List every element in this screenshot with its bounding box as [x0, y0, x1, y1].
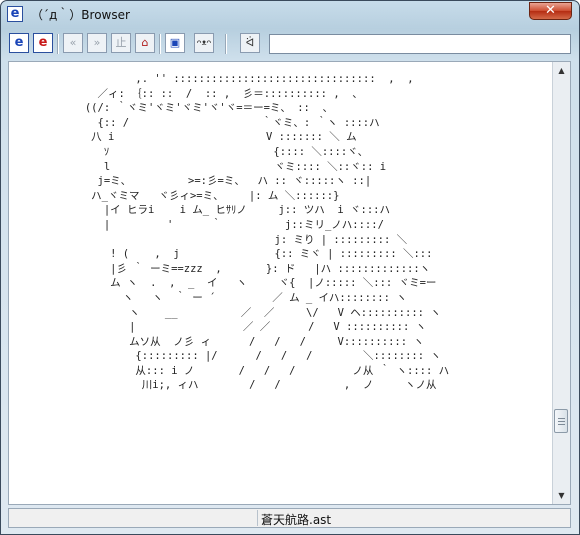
content-viewport[interactable]: ,. '' :::::::::::::::::::::::::::::::: ,… [8, 61, 571, 505]
ascii-art: ,. '' :::::::::::::::::::::::::::::::: ,… [84, 73, 450, 392]
vertical-scrollbar[interactable]: ▲ ▼ [552, 62, 570, 504]
toolbar-separator [225, 34, 227, 54]
scroll-up-icon[interactable]: ▲ [553, 62, 570, 79]
toolbar: e e « » 止 ⌂ ▣ ᴖᴥᴖ ᐛ [6, 31, 572, 59]
browser-window: e （´д｀）Browser ✕ e e « » 止 ⌂ ▣ ᴖᴥᴖ ᐛ ,. … [0, 0, 580, 535]
favorites-icon[interactable]: ▣ [165, 33, 185, 53]
face-icon[interactable]: ᴖᴥᴖ [194, 33, 214, 53]
stop-icon[interactable]: 止 [111, 33, 131, 53]
e-blue-icon[interactable]: e [9, 33, 29, 53]
e-red-icon[interactable]: e [33, 33, 53, 53]
scroll-down-icon[interactable]: ▼ [553, 487, 570, 504]
forward-icon[interactable]: » [87, 33, 107, 53]
go-icon[interactable]: ᐛ [240, 33, 260, 53]
scrollbar-thumb[interactable] [554, 409, 568, 433]
window-title: （´д｀）Browser [31, 8, 130, 22]
home-icon[interactable]: ⌂ [135, 33, 155, 53]
title-bar[interactable]: e （´д｀）Browser ✕ [1, 1, 579, 29]
back-icon[interactable]: « [63, 33, 83, 53]
status-filename: 蒼天航路.ast [261, 513, 332, 527]
toolbar-separator [159, 34, 161, 54]
toolbar-separator [57, 34, 59, 54]
close-button[interactable]: ✕ [529, 2, 572, 20]
app-e-icon: e [7, 6, 23, 22]
status-bar: 蒼天航路.ast [8, 508, 571, 528]
address-input[interactable] [269, 34, 571, 54]
status-divider [257, 510, 258, 526]
